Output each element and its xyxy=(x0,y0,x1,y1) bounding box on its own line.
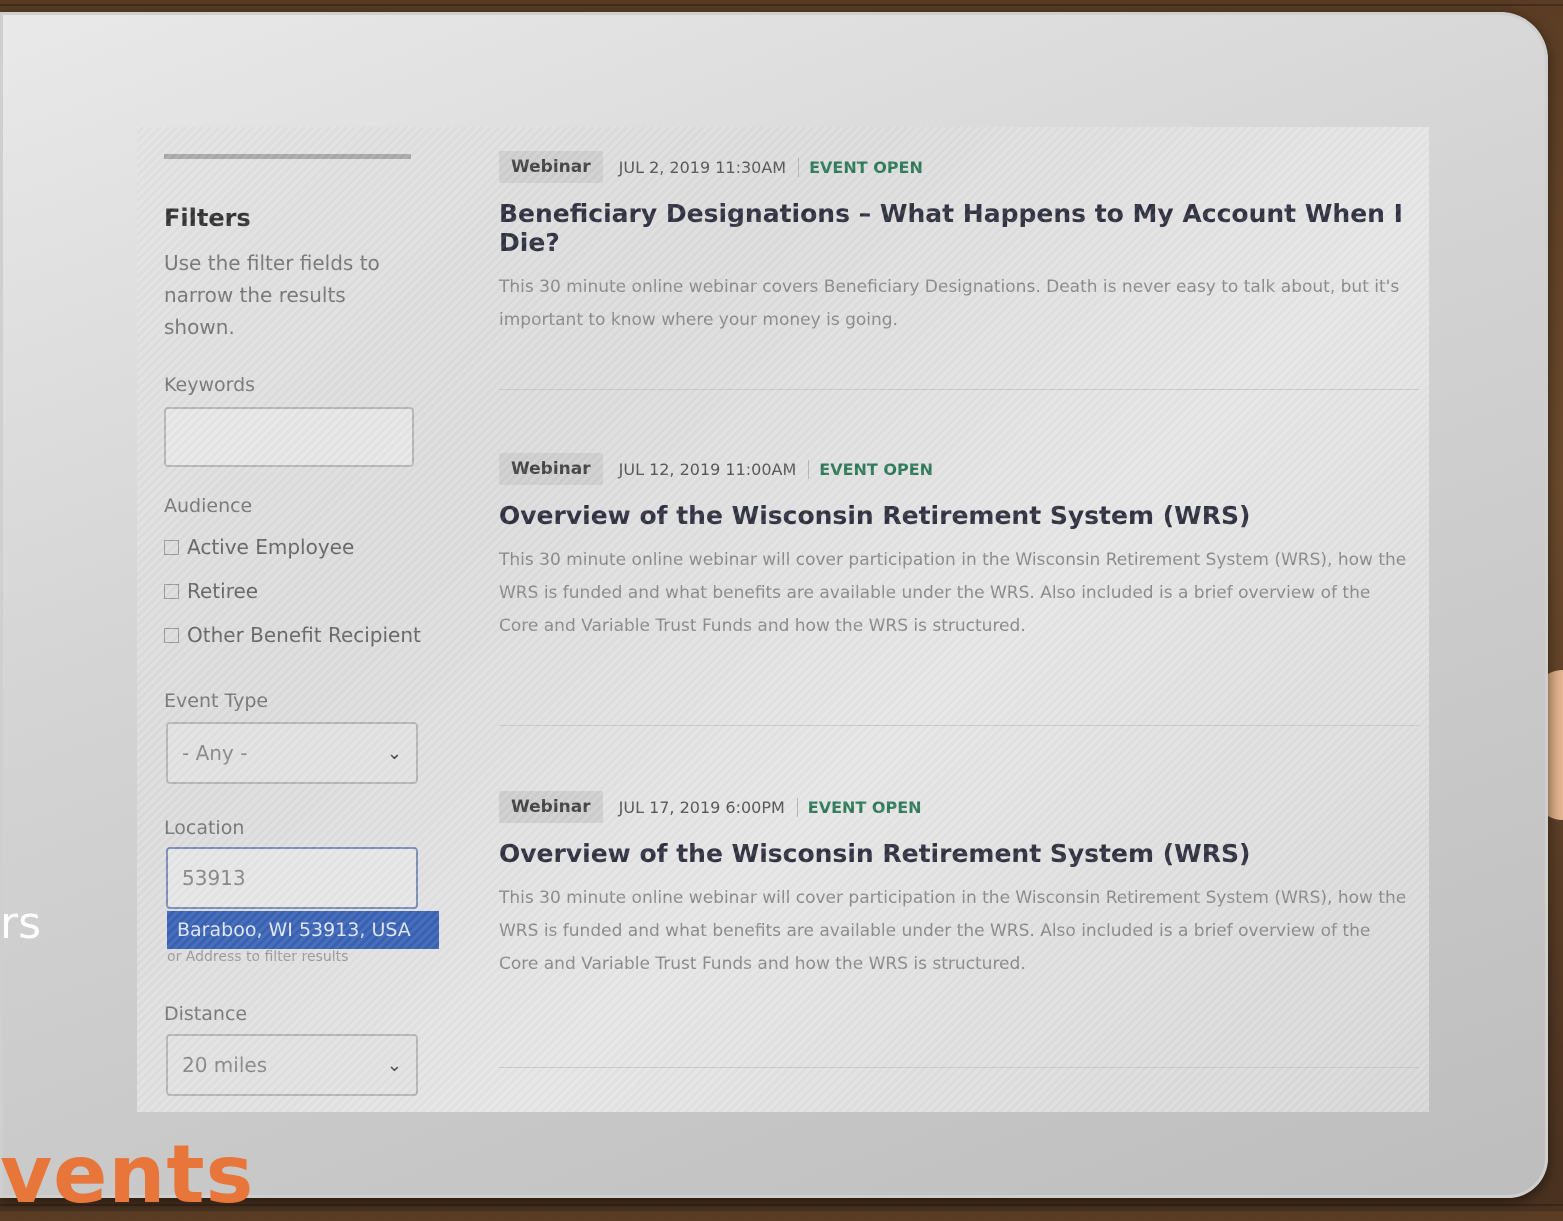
event-title[interactable]: Overview of the Wisconsin Retirement Sys… xyxy=(499,839,1419,868)
distance-select[interactable]: 20 miles ⌄ xyxy=(166,1034,418,1096)
event-description: This 30 minute online webinar covers Ben… xyxy=(499,277,1400,330)
location-label: Location xyxy=(164,817,245,839)
event-type-badge: Webinar xyxy=(499,791,603,823)
event-item[interactable]: Webinar JUL 17, 2019 6:00PM EVENT OPEN O… xyxy=(499,791,1419,981)
chevron-down-icon: ⌄ xyxy=(386,1054,402,1076)
event-status: EVENT OPEN xyxy=(809,157,923,177)
chevron-down-icon: ⌄ xyxy=(386,742,402,764)
event-status: EVENT OPEN xyxy=(819,459,934,479)
event-date: JUL 12, 2019 11:00AM xyxy=(603,459,810,479)
location-hint: or Address to filter results xyxy=(167,949,349,965)
audience-label: Audience xyxy=(164,495,253,517)
checkbox-icon[interactable] xyxy=(164,583,179,599)
event-type-badge: Webinar xyxy=(499,453,603,485)
filters-title: Filters xyxy=(164,204,251,232)
event-item[interactable]: Webinar JUL 12, 2019 11:00AM EVENT OPEN … xyxy=(499,453,1419,643)
event-divider xyxy=(499,1067,1419,1068)
overlay-side-text: rs xyxy=(0,898,42,949)
checkbox-icon[interactable] xyxy=(164,539,179,555)
overlay-bottom-text: vents xyxy=(0,1128,255,1221)
event-description: This 30 minute online webinar will cover… xyxy=(499,888,1407,974)
sidebar-top-rule xyxy=(164,154,411,159)
tablet-frame: Filters Use the filter fields to narrow … xyxy=(0,12,1548,1198)
location-input[interactable]: 53913 xyxy=(166,847,418,909)
event-type-label: Event Type xyxy=(164,690,269,712)
audience-option-active-employee[interactable]: Active Employee xyxy=(164,535,354,559)
distance-label: Distance xyxy=(164,1003,248,1025)
tablet-screen: Filters Use the filter fields to narrow … xyxy=(137,127,1429,1112)
keywords-label: Keywords xyxy=(164,374,256,396)
filters-sidebar: Filters Use the filter fields to narrow … xyxy=(164,127,439,1112)
event-title[interactable]: Overview of the Wisconsin Retirement Sys… xyxy=(499,501,1419,530)
audience-option-other-benefit-recipient[interactable]: Other Benefit Recipient xyxy=(164,623,421,647)
audience-option-label: Retiree xyxy=(187,579,259,603)
event-item[interactable]: Webinar JUL 2, 2019 11:30AM EVENT OPEN B… xyxy=(499,151,1419,337)
event-type-value: - Any - xyxy=(182,741,248,765)
event-date: JUL 17, 2019 6:00PM xyxy=(603,797,798,817)
audience-option-label: Other Benefit Recipient xyxy=(187,623,421,647)
event-description: This 30 minute online webinar will cover… xyxy=(499,550,1407,636)
wood-grain xyxy=(0,4,1563,6)
event-meta: Webinar JUL 2, 2019 11:30AM EVENT OPEN xyxy=(499,151,1419,183)
event-date: JUL 2, 2019 11:30AM xyxy=(603,157,800,177)
event-divider xyxy=(499,725,1419,726)
event-type-select[interactable]: - Any - ⌄ xyxy=(166,722,418,784)
filters-description: Use the filter fields to narrow the resu… xyxy=(164,251,380,339)
audience-option-retiree[interactable]: Retiree xyxy=(164,579,258,603)
event-meta: Webinar JUL 12, 2019 11:00AM EVENT OPEN xyxy=(499,453,1419,485)
location-value: 53913 xyxy=(182,866,246,890)
checkbox-icon[interactable] xyxy=(164,627,179,643)
event-title[interactable]: Beneficiary Designations – What Happens … xyxy=(499,199,1419,257)
event-status: EVENT OPEN xyxy=(807,797,922,817)
distance-value: 20 miles xyxy=(182,1053,268,1077)
keywords-input[interactable] xyxy=(164,407,414,467)
event-type-badge: Webinar xyxy=(499,151,603,183)
event-meta: Webinar JUL 17, 2019 6:00PM EVENT OPEN xyxy=(499,791,1419,823)
event-divider xyxy=(499,389,1419,390)
audience-option-label: Active Employee xyxy=(187,535,355,559)
location-suggestion[interactable]: Baraboo, WI 53913, USA xyxy=(167,911,439,949)
